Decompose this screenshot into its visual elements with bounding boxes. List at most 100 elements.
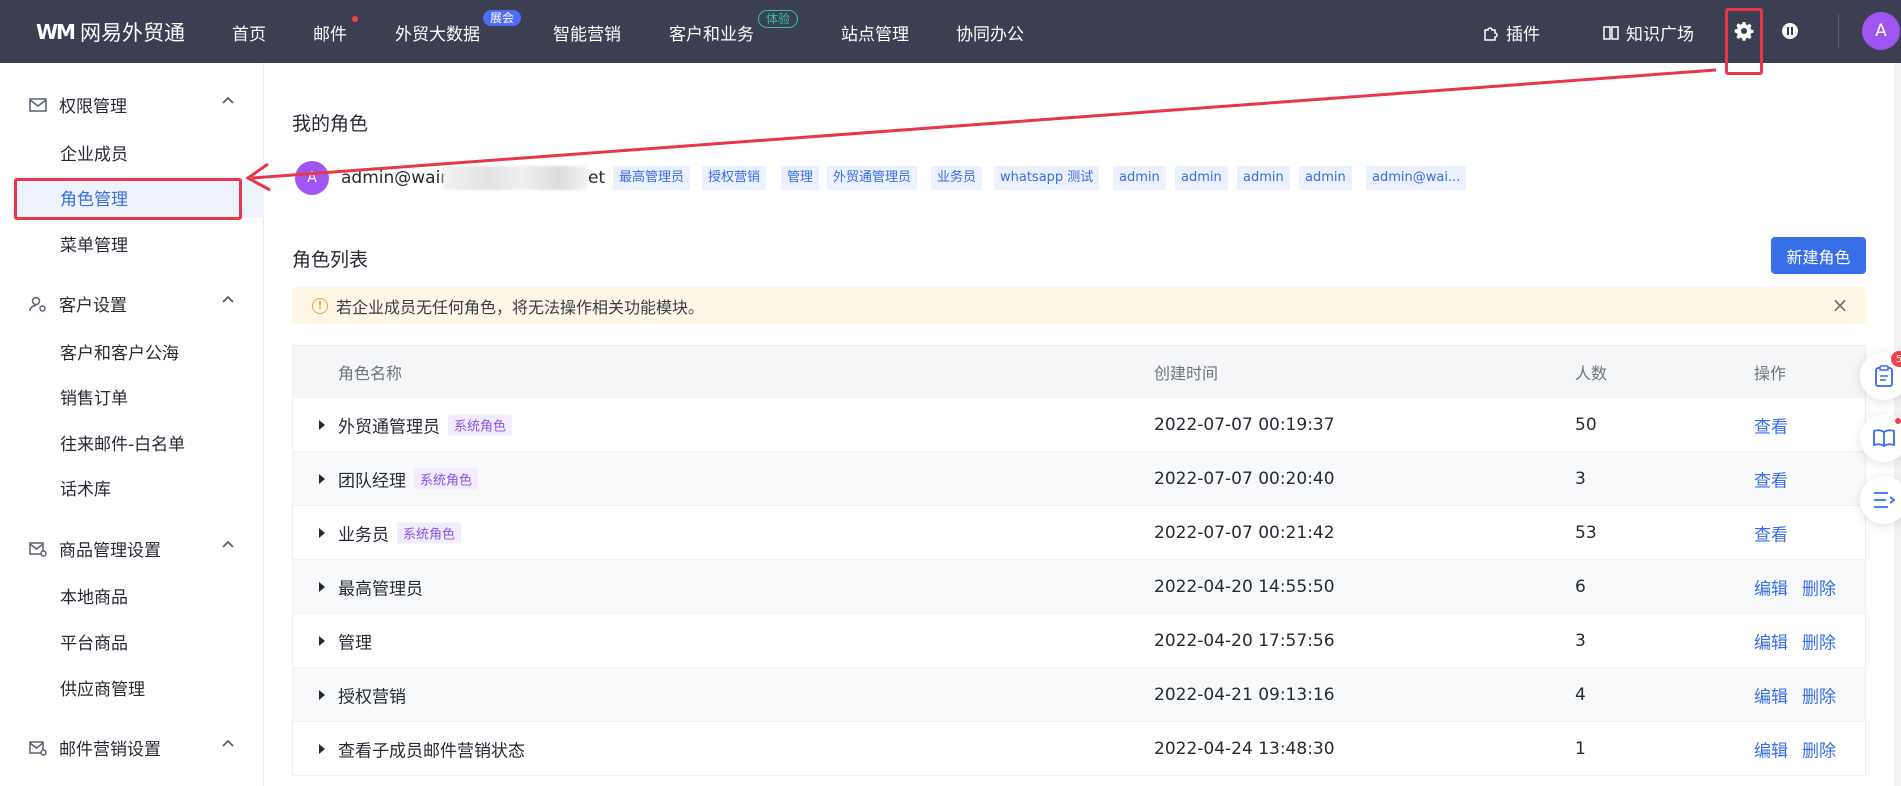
nav-site-management[interactable]: 站点管理 xyxy=(841,20,909,45)
col-role-name: 角色名称 xyxy=(338,364,403,383)
view-link[interactable]: 查看 xyxy=(1754,466,1788,491)
role-table: 角色名称 创建时间 人数 操作 外贸通管理员 系统角色 2022-07-07 00… xyxy=(292,345,1866,776)
sidebar-group-mail-marketing-settings[interactable]: 邮件营销设置 xyxy=(29,735,234,760)
annotation-box-settings xyxy=(1725,8,1763,75)
edit-link[interactable]: 编辑 xyxy=(1754,682,1788,707)
top-navbar: WM 网易外贸通 首页 邮件 外贸大数据 展会 智能营销 客户和业务 体验 站点… xyxy=(0,0,1901,63)
role-tag: admin xyxy=(1237,166,1290,190)
nav-plugins[interactable]: 插件 xyxy=(1482,20,1540,45)
tasks-count-badge: 5 xyxy=(1891,351,1901,367)
new-role-button[interactable]: 新建角色 xyxy=(1771,237,1866,274)
actions-cell: 查看 xyxy=(1754,466,1788,491)
system-role-tag: 系统角色 xyxy=(448,414,513,435)
chevron-up-icon xyxy=(222,540,234,548)
role-name: 查看子成员邮件营销状态 xyxy=(338,741,525,761)
chevron-up-icon xyxy=(222,96,234,104)
sidebar-item-members[interactable]: 企业成员 xyxy=(60,140,128,165)
created-time: 2022-04-20 14:55:50 xyxy=(1154,576,1335,597)
sidebar-group-product-settings[interactable]: 商品管理设置 xyxy=(29,536,234,561)
nav-customers[interactable]: 客户和业务 xyxy=(669,20,754,45)
sidebar-item-customer-pool[interactable]: 客户和客户公海 xyxy=(60,339,179,364)
role-tag: admin@wai... xyxy=(1366,166,1467,190)
sidebar-item-menu-management[interactable]: 菜单管理 xyxy=(60,231,128,256)
view-link[interactable]: 查看 xyxy=(1754,520,1788,545)
nav-plugins-label: 插件 xyxy=(1506,25,1540,45)
chevron-up-icon xyxy=(222,295,234,303)
top-divider xyxy=(1838,14,1839,48)
table-row: 管理 2022-04-20 17:57:56 3 编辑 删除 xyxy=(293,614,1865,668)
puzzle-icon xyxy=(1484,26,1498,41)
sidebar-item-mail-whitelist[interactable]: 往来邮件-白名单 xyxy=(60,430,185,455)
sidebar-group-label: 商品管理设置 xyxy=(59,541,161,561)
nav-mail[interactable]: 邮件 xyxy=(313,20,347,45)
member-count: 1 xyxy=(1575,738,1586,759)
created-time: 2022-04-20 17:57:56 xyxy=(1154,630,1335,651)
table-header: 角色名称 创建时间 人数 操作 xyxy=(293,346,1865,398)
edit-link[interactable]: 编辑 xyxy=(1754,628,1788,653)
delete-link[interactable]: 删除 xyxy=(1802,574,1836,599)
warning-icon: ! xyxy=(312,297,328,314)
role-tag: admin xyxy=(1113,166,1166,190)
app-logo[interactable]: WM 网易外贸通 xyxy=(36,17,185,47)
expand-caret-icon[interactable] xyxy=(319,419,325,430)
member-count: 50 xyxy=(1575,414,1597,435)
sidebar-group-permissions[interactable]: 权限管理 xyxy=(29,92,234,117)
expand-caret-icon[interactable] xyxy=(319,581,325,592)
delete-link[interactable]: 删除 xyxy=(1802,628,1836,653)
my-avatar: A xyxy=(295,161,329,195)
sidebar-item-platform-products[interactable]: 平台商品 xyxy=(60,629,128,654)
actions-cell: 编辑 删除 xyxy=(1754,628,1836,653)
role-name-cell: 业务员 系统角色 xyxy=(338,520,462,545)
sidebar-item-sales-orders[interactable]: 销售订单 xyxy=(60,384,128,409)
col-created-time: 创建时间 xyxy=(1154,364,1219,383)
sidebar-group-label: 客户设置 xyxy=(59,296,127,316)
role-tag: admin xyxy=(1299,166,1352,190)
user-settings-icon xyxy=(29,296,46,312)
sidebar-group-customer-settings[interactable]: 客户设置 xyxy=(29,291,234,316)
sidebar-item-suppliers[interactable]: 供应商管理 xyxy=(60,675,145,700)
sidebar-group-label: 权限管理 xyxy=(59,97,127,117)
nav-smart-marketing[interactable]: 智能营销 xyxy=(553,20,621,45)
expand-caret-icon[interactable] xyxy=(319,527,325,538)
role-tag: 授权营销 xyxy=(702,166,767,190)
role-name: 授权营销 xyxy=(338,687,406,707)
delete-link[interactable]: 删除 xyxy=(1802,682,1836,707)
expand-caret-icon[interactable] xyxy=(319,689,325,700)
book-icon xyxy=(1603,25,1619,40)
created-time: 2022-07-07 00:20:40 xyxy=(1154,468,1335,489)
table-row: 外贸通管理员 系统角色 2022-07-07 00:19:37 50 查看 xyxy=(293,398,1865,452)
actions-cell: 编辑 删除 xyxy=(1754,682,1836,707)
edit-link[interactable]: 编辑 xyxy=(1754,574,1788,599)
expand-caret-icon[interactable] xyxy=(319,743,325,754)
created-time: 2022-07-07 00:19:37 xyxy=(1154,414,1335,435)
brand-name: 网易外贸通 xyxy=(79,21,185,45)
user-avatar[interactable]: A xyxy=(1862,12,1900,50)
list-icon xyxy=(1874,492,1895,508)
role-tag: 最高管理员 xyxy=(613,166,691,190)
created-time: 2022-07-07 00:21:42 xyxy=(1154,522,1335,543)
sidebar-item-local-products[interactable]: 本地商品 xyxy=(60,583,128,608)
mail-icon xyxy=(29,97,47,112)
nav-collaboration[interactable]: 协同办公 xyxy=(956,20,1024,45)
nav-home[interactable]: 首页 xyxy=(232,20,266,45)
float-menu-button[interactable] xyxy=(1860,476,1901,524)
role-name: 业务员 xyxy=(338,525,389,545)
mail-settings-icon xyxy=(29,740,47,756)
created-time: 2022-04-24 13:48:30 xyxy=(1154,738,1335,759)
edit-link[interactable]: 编辑 xyxy=(1754,736,1788,761)
nav-trade-data[interactable]: 外贸大数据 xyxy=(395,20,480,45)
delete-link[interactable]: 删除 xyxy=(1802,736,1836,761)
assistant-button[interactable] xyxy=(1779,20,1801,42)
actions-cell: 查看 xyxy=(1754,520,1788,545)
warning-alert: ! 若企业成员无任何角色，将无法操作相关功能模块。 xyxy=(292,287,1866,324)
alert-close-button[interactable]: × xyxy=(1830,292,1850,318)
expand-caret-icon[interactable] xyxy=(319,635,325,646)
sidebar-item-scripts[interactable]: 话术库 xyxy=(60,475,111,500)
created-time: 2022-04-21 09:13:16 xyxy=(1154,684,1335,705)
nav-knowledge[interactable]: 知识广场 xyxy=(1602,20,1694,45)
clipboard-icon xyxy=(1875,365,1893,387)
role-name-cell: 团队经理 系统角色 xyxy=(338,466,479,491)
expand-caret-icon[interactable] xyxy=(319,473,325,484)
member-count: 4 xyxy=(1575,684,1586,705)
view-link[interactable]: 查看 xyxy=(1754,412,1788,437)
